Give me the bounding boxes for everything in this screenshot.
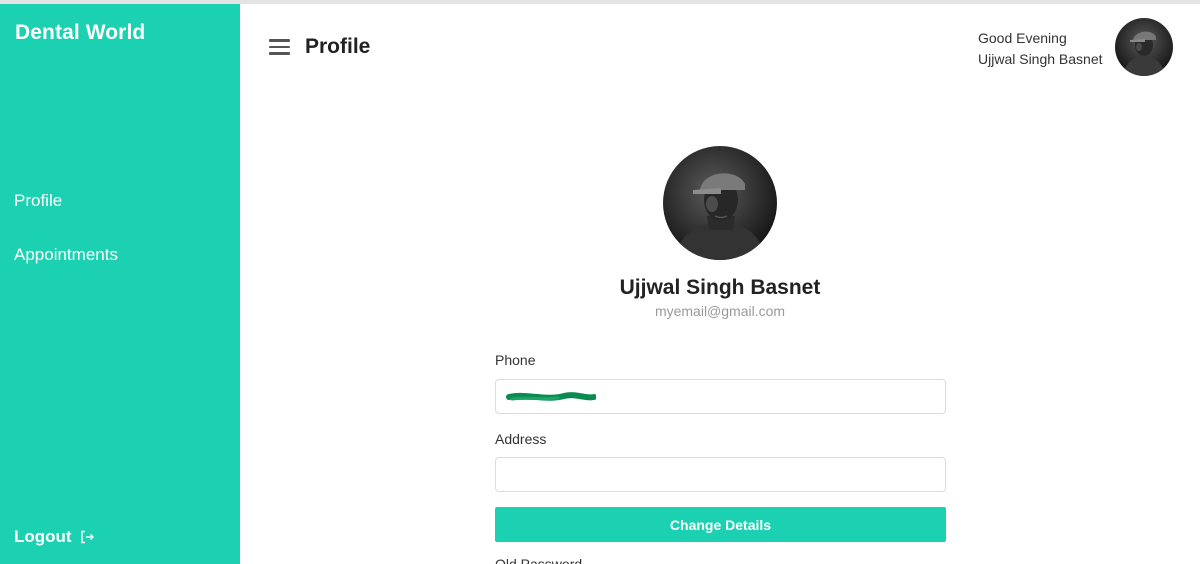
greeting-block: Good Evening Ujjwal Singh Basnet <box>978 28 1103 70</box>
page-title: Profile <box>305 35 371 58</box>
header-user-name: Ujjwal Singh Basnet <box>978 51 1103 67</box>
brand-title: Dental World <box>15 21 146 44</box>
greeting-text: Good Evening <box>978 30 1067 46</box>
address-field[interactable] <box>495 457 946 492</box>
old-password-label: Old Password <box>495 556 583 564</box>
logout-icon <box>80 530 94 544</box>
redacted-phone-value <box>506 392 596 401</box>
profile-avatar <box>663 146 777 260</box>
phone-field[interactable] <box>495 379 946 414</box>
profile-name: Ujjwal Singh Basnet <box>619 276 821 299</box>
logout-button[interactable]: Logout <box>14 527 95 547</box>
sidebar-item-profile[interactable]: Profile <box>14 191 62 211</box>
logout-label: Logout <box>14 527 72 546</box>
sidebar: Dental World Profile Appointments Logout <box>0 4 240 564</box>
phone-label: Phone <box>495 352 536 368</box>
menu-icon[interactable] <box>269 39 290 55</box>
change-details-button[interactable]: Change Details <box>495 507 946 542</box>
header-avatar[interactable] <box>1115 18 1173 76</box>
sidebar-item-appointments[interactable]: Appointments <box>14 245 118 265</box>
top-header: Profile Good Evening Ujjwal Singh Basnet <box>240 4 1200 92</box>
profile-email: myemail@gmail.com <box>654 303 786 319</box>
address-label: Address <box>495 431 547 447</box>
